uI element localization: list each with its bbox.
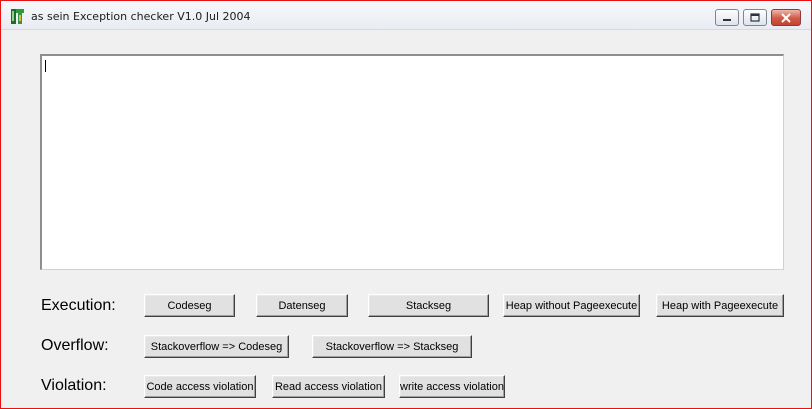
main-window: as sein Exception checker V1.0 Jul 2004 — [0, 0, 812, 409]
close-button[interactable] — [771, 9, 801, 26]
close-icon — [780, 8, 792, 27]
stackoverflow-codeseg-button[interactable]: Stackoverflow => Codeseg — [144, 335, 289, 358]
app-icon — [10, 8, 25, 25]
minimize-button[interactable] — [715, 9, 739, 26]
read-access-violation-button[interactable]: Read access violation — [272, 375, 385, 398]
execution-label: Execution: — [41, 297, 116, 314]
title-bar[interactable]: as sein Exception checker V1.0 Jul 2004 — [1, 1, 811, 30]
heap-with-pageexecute-button[interactable]: Heap with Pageexecute — [656, 294, 784, 317]
code-access-violation-button[interactable]: Code access violation — [144, 375, 256, 398]
overflow-label: Overflow: — [41, 337, 109, 354]
text-caret — [45, 60, 46, 72]
heap-without-pageexecute-button[interactable]: Heap without Pageexecute — [503, 294, 640, 317]
codeseg-button[interactable]: Codeseg — [144, 294, 235, 317]
write-access-violation-button[interactable]: write access violation — [399, 375, 505, 398]
output-textarea[interactable] — [40, 54, 784, 270]
violation-label: Violation: — [41, 377, 107, 394]
stackseg-button[interactable]: Stackseg — [368, 294, 489, 317]
maximize-button[interactable] — [743, 9, 767, 26]
maximize-icon — [749, 8, 761, 27]
stackoverflow-stackseg-button[interactable]: Stackoverflow => Stackseg — [312, 335, 472, 358]
datenseg-button[interactable]: Datenseg — [256, 294, 348, 317]
minimize-icon — [721, 8, 733, 27]
window-title: as sein Exception checker V1.0 Jul 2004 — [31, 10, 251, 23]
